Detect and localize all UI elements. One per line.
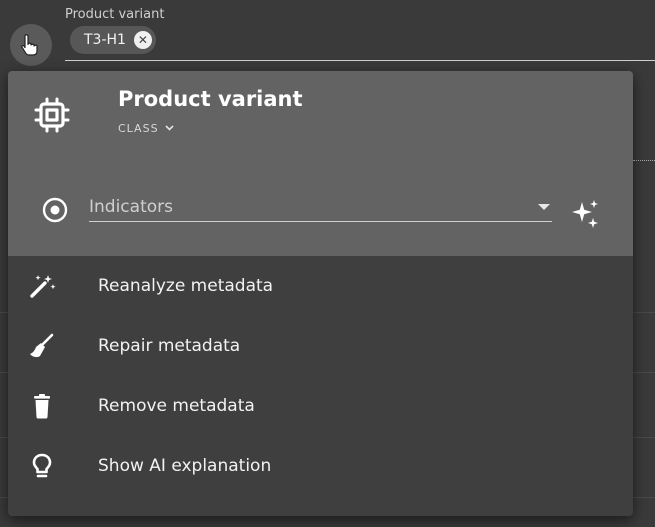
magic-wand-icon	[28, 272, 56, 300]
menu-item-remove-metadata[interactable]: Remove metadata	[8, 376, 633, 436]
menu-item-label: Show AI explanation	[98, 456, 272, 476]
lightbulb-icon	[28, 452, 56, 480]
hand-pointer-icon	[21, 34, 38, 56]
chip-remove-icon[interactable]: ✕	[133, 31, 152, 49]
menu-title: Product variant	[118, 87, 303, 111]
chevron-down-icon	[164, 123, 174, 134]
menu-item-label: Reanalyze metadata	[98, 276, 274, 296]
menu-item-repair-metadata[interactable]: Repair metadata	[8, 316, 633, 376]
context-menu: Product variant CLASS Indicators Reanaly…	[8, 71, 633, 516]
class-selector[interactable]: CLASS	[118, 122, 174, 135]
indicators-select[interactable]: Indicators	[89, 193, 552, 222]
processor-chip-icon	[34, 97, 70, 133]
dropdown-arrow-icon	[538, 204, 550, 210]
chip-label: T3-H1	[84, 32, 126, 48]
menu-header: Product variant CLASS Indicators	[8, 71, 633, 256]
menu-item-reanalyze-metadata[interactable]: Reanalyze metadata	[8, 256, 633, 316]
class-label: CLASS	[118, 122, 159, 135]
indicators-placeholder: Indicators	[89, 197, 173, 217]
trash-icon	[28, 392, 56, 420]
field-underline	[65, 60, 655, 61]
menu-item-show-ai-explanation[interactable]: Show AI explanation	[8, 436, 633, 496]
menu-list: Reanalyze metadata Repair metadata Remov…	[8, 256, 633, 496]
menu-item-label: Repair metadata	[98, 336, 241, 356]
broom-icon	[28, 332, 56, 360]
target-radio-icon[interactable]	[42, 197, 68, 223]
ai-sparkle-icon[interactable]	[569, 198, 601, 230]
hand-cursor-button[interactable]	[10, 24, 52, 66]
product-variant-field-label: Product variant	[65, 7, 165, 22]
background-dotted-line	[633, 160, 655, 161]
selected-value-chip[interactable]: T3-H1 ✕	[70, 26, 156, 54]
menu-item-label: Remove metadata	[98, 396, 255, 416]
